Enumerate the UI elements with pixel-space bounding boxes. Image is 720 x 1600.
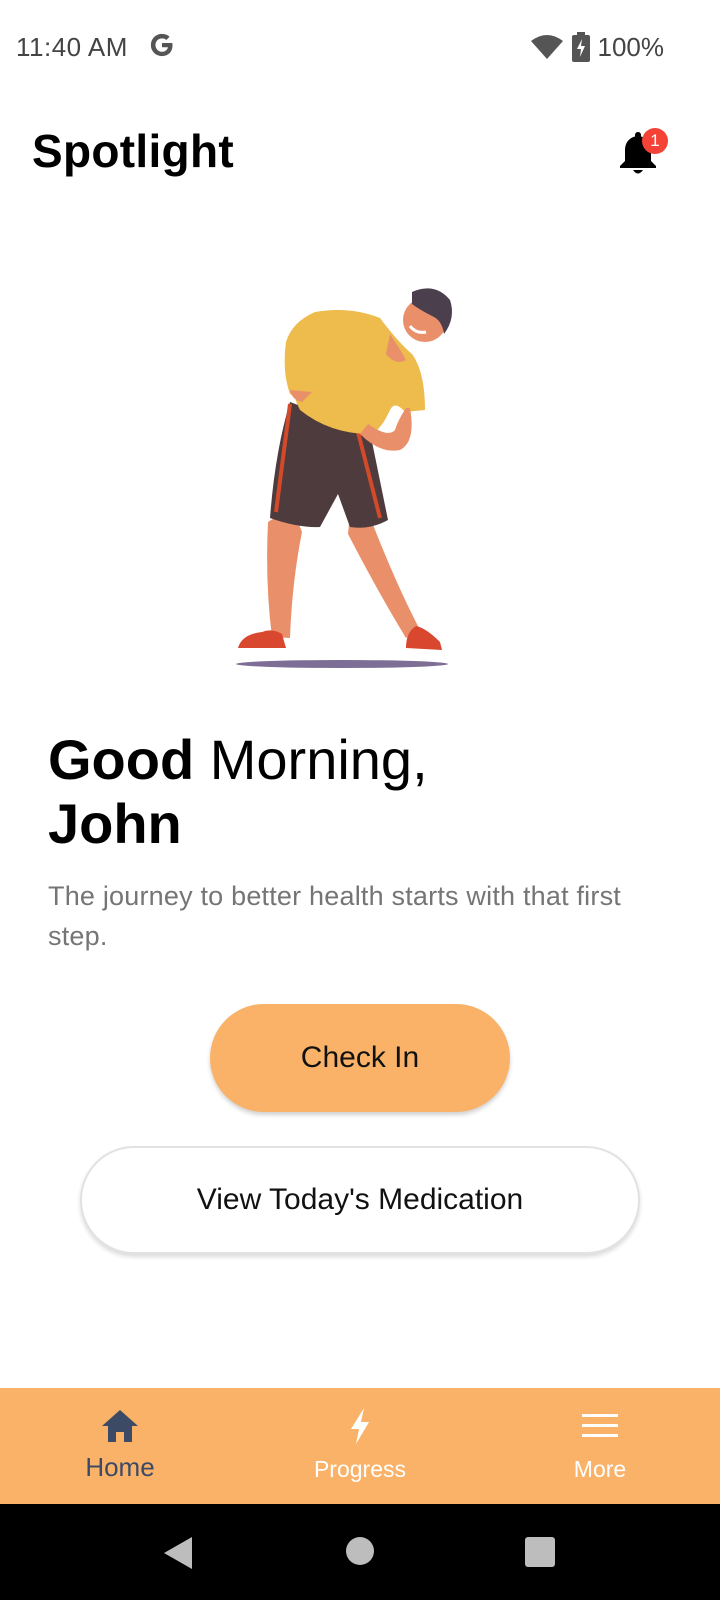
notification-badge: 1: [642, 128, 668, 154]
system-nav-bar: [0, 1504, 720, 1600]
nav-label-more: More: [573, 1456, 627, 1482]
check-in-button[interactable]: Check In: [210, 1004, 510, 1112]
nav-item-home[interactable]: Home: [0, 1388, 240, 1504]
nav-label-progress: Progress: [313, 1456, 407, 1482]
greeting-heading: Good Morning, John: [48, 728, 428, 856]
greeting-name: John: [48, 792, 182, 855]
nav-label-home: Home: [85, 1452, 155, 1482]
recent-apps-icon[interactable]: [524, 1536, 556, 1568]
battery-charging-icon: [571, 32, 590, 62]
menu-icon: [582, 1414, 618, 1437]
wifi-icon: 4: [530, 35, 563, 61]
lightning-bolt-icon: [351, 1408, 369, 1444]
home-circle-icon[interactable]: [345, 1536, 375, 1566]
greeting-time-of-day: Morning,: [194, 728, 428, 791]
back-icon[interactable]: [162, 1536, 194, 1570]
svg-text:4: 4: [552, 49, 559, 61]
man-stretching-illustration: [236, 288, 452, 668]
view-medication-button[interactable]: View Today's Medication: [80, 1146, 640, 1254]
nav-item-progress[interactable]: Progress: [240, 1388, 480, 1504]
google-g-icon: [150, 33, 173, 57]
home-icon: [102, 1410, 138, 1442]
status-bar: 11:40 AM 4 100%: [0, 0, 720, 96]
nav-item-more[interactable]: More: [480, 1388, 720, 1504]
greeting-salutation: Good: [48, 728, 195, 791]
battery-percent: 100%: [597, 31, 665, 62]
status-time: 11:40 AM: [16, 32, 128, 62]
status-indicators: 4 100%: [530, 30, 665, 64]
app-title: Spotlight: [32, 125, 234, 177]
greeting-subtext: The journey to better health starts with…: [48, 881, 621, 951]
bottom-nav: Home Progress More: [0, 1388, 720, 1504]
